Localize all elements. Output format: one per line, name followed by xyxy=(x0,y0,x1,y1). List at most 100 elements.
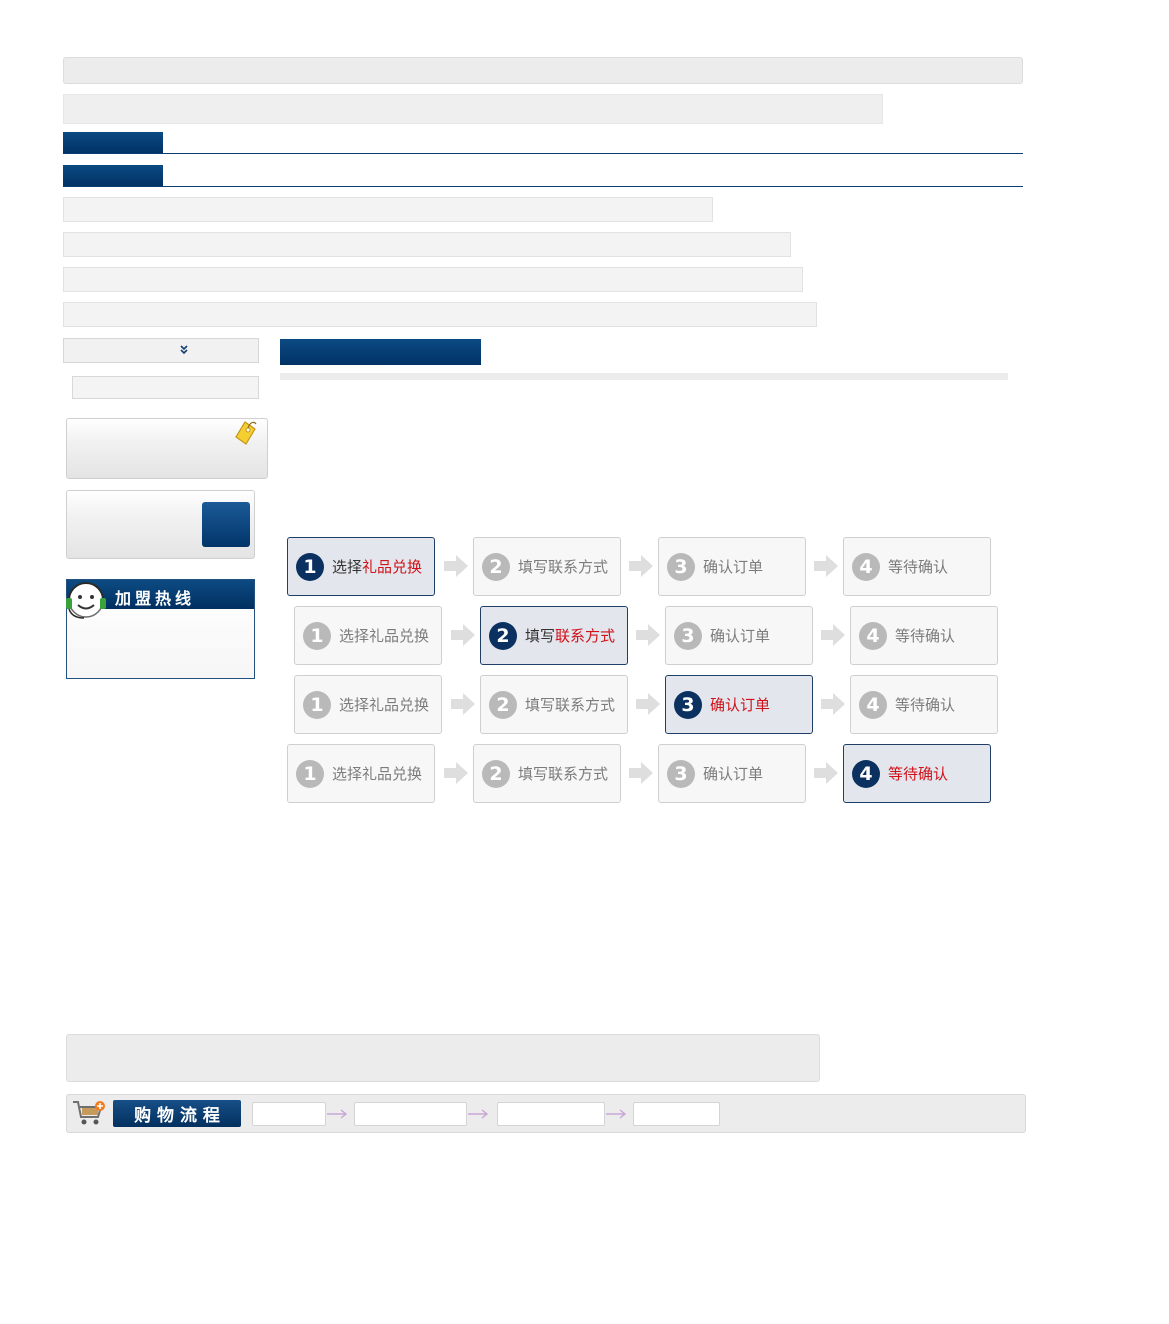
step-3-1[interactable]: 1 选择礼品兑换 xyxy=(294,675,442,734)
step-3-2[interactable]: 2 填写联系方式 xyxy=(480,675,628,734)
step-arrow-icon xyxy=(451,693,475,715)
section-divider-2 xyxy=(63,186,1023,187)
step-arrow-icon xyxy=(444,555,468,577)
step-arrow-icon xyxy=(444,762,468,784)
step-label: 填写联系方式 xyxy=(525,694,615,715)
step-label-highlight: 确认订单 xyxy=(710,696,771,714)
step-label: 确认订单 xyxy=(703,556,763,577)
step-number-badge: 4 xyxy=(852,552,880,581)
step-1-3[interactable]: 3 确认订单 xyxy=(658,537,806,596)
login-button[interactable] xyxy=(202,502,250,547)
sub-bar xyxy=(63,94,883,124)
step-label: 等待确认 xyxy=(888,763,948,784)
step-label: 等待确认 xyxy=(895,694,955,715)
step-label: 选择礼品兑换 xyxy=(339,625,429,646)
category-dropdown[interactable] xyxy=(63,338,259,363)
step-label: 确认订单 xyxy=(703,763,763,784)
step-number-badge: 2 xyxy=(489,621,517,650)
step-arrow-icon xyxy=(636,693,660,715)
section-tab-1[interactable] xyxy=(63,132,163,153)
step-1-2[interactable]: 2 填写联系方式 xyxy=(473,537,621,596)
step-arrow-icon xyxy=(814,555,838,577)
step-4-4[interactable]: 4 等待确认 xyxy=(843,744,991,803)
step-label: 填写联系方式 xyxy=(525,625,615,646)
main-section-tab[interactable] xyxy=(280,339,481,365)
step-number-badge: 2 xyxy=(482,552,510,581)
step-label-text: 等待确认 xyxy=(895,696,956,714)
step-number-badge: 3 xyxy=(667,759,695,788)
step-4-1[interactable]: 1 选择礼品兑换 xyxy=(287,744,435,803)
step-number-badge: 1 xyxy=(303,690,331,719)
section-divider-1 xyxy=(63,153,1023,154)
step-label-text: 等待确认 xyxy=(888,558,949,576)
step-arrow-icon xyxy=(451,624,475,646)
step-label-text: 选择礼品兑换 xyxy=(339,627,430,645)
step-label: 等待确认 xyxy=(895,625,955,646)
step-4-3[interactable]: 3 确认订单 xyxy=(658,744,806,803)
step-number-badge: 4 xyxy=(852,759,880,788)
flow-step-1[interactable] xyxy=(252,1102,326,1126)
step-arrow-icon xyxy=(636,624,660,646)
section-tab-2[interactable] xyxy=(63,165,163,186)
step-label-text: 填写联系方式 xyxy=(525,696,616,714)
step-arrow-icon xyxy=(821,693,845,715)
step-label: 等待确认 xyxy=(888,556,948,577)
step-3-4[interactable]: 4 等待确认 xyxy=(850,675,998,734)
footer-bar xyxy=(66,1034,820,1082)
step-number-badge: 3 xyxy=(674,621,702,650)
step-label-text: 选择礼品兑换 xyxy=(339,696,430,714)
step-number-badge: 1 xyxy=(296,759,324,788)
sidebar-input[interactable] xyxy=(72,376,259,399)
step-label: 选择礼品兑换 xyxy=(339,694,429,715)
flow-step-2[interactable] xyxy=(354,1102,467,1126)
step-label-text: 填写 xyxy=(525,627,556,645)
step-label-highlight: 礼品兑换 xyxy=(362,558,423,576)
tag-icon xyxy=(235,421,257,445)
step-label-text: 选择礼品兑换 xyxy=(332,765,423,783)
step-label-text: 选择 xyxy=(332,558,363,576)
step-label: 选择礼品兑换 xyxy=(332,763,422,784)
content-bar-4 xyxy=(63,302,817,327)
step-label-text: 确认订单 xyxy=(703,558,764,576)
shopping-flow-title-box: 购 物 流 程 xyxy=(113,1100,241,1127)
double-chevron-down-icon xyxy=(180,345,188,355)
step-3-3[interactable]: 3 确认订单 xyxy=(665,675,813,734)
step-2-1[interactable]: 1 选择礼品兑换 xyxy=(294,606,442,665)
flow-step-3[interactable] xyxy=(497,1102,605,1126)
step-number-badge: 3 xyxy=(674,690,702,719)
top-bar xyxy=(63,57,1023,84)
step-label-text: 填写联系方式 xyxy=(518,765,609,783)
shopping-cart-icon xyxy=(73,1101,105,1125)
step-arrow-icon xyxy=(629,555,653,577)
step-number-badge: 4 xyxy=(859,621,887,650)
main-section-divider xyxy=(280,373,1008,380)
sidebar-login-panel xyxy=(66,490,255,559)
flow-step-4[interactable] xyxy=(633,1102,720,1126)
step-label: 选择礼品兑换 xyxy=(332,556,422,577)
flow-arrow-icon xyxy=(468,1109,489,1119)
content-bar-2 xyxy=(63,232,791,257)
sidebar-promo-panel[interactable] xyxy=(66,418,268,479)
shopping-flow-title: 购 物 流 程 xyxy=(134,1106,220,1126)
step-2-2[interactable]: 2 填写联系方式 xyxy=(480,606,628,665)
step-1-1[interactable]: 1 选择礼品兑换 xyxy=(287,537,435,596)
step-label: 填写联系方式 xyxy=(518,763,608,784)
step-label: 确认订单 xyxy=(710,625,770,646)
flow-arrow-icon xyxy=(327,1109,348,1119)
step-1-4[interactable]: 4 等待确认 xyxy=(843,537,991,596)
step-label: 填写联系方式 xyxy=(518,556,608,577)
step-arrow-icon xyxy=(821,624,845,646)
step-label-text: 确认订单 xyxy=(703,765,764,783)
step-number-badge: 1 xyxy=(303,621,331,650)
step-label-highlight: 等待确认 xyxy=(888,765,949,783)
step-label-text: 填写联系方式 xyxy=(518,558,609,576)
step-number-badge: 2 xyxy=(489,690,517,719)
step-arrow-icon xyxy=(814,762,838,784)
support-agent-icon xyxy=(66,582,106,619)
step-4-2[interactable]: 2 填写联系方式 xyxy=(473,744,621,803)
step-label: 确认订单 xyxy=(710,694,770,715)
step-2-3[interactable]: 3 确认订单 xyxy=(665,606,813,665)
step-label-highlight: 联系方式 xyxy=(555,627,616,645)
content-bar-3 xyxy=(63,267,803,292)
step-2-4[interactable]: 4 等待确认 xyxy=(850,606,998,665)
